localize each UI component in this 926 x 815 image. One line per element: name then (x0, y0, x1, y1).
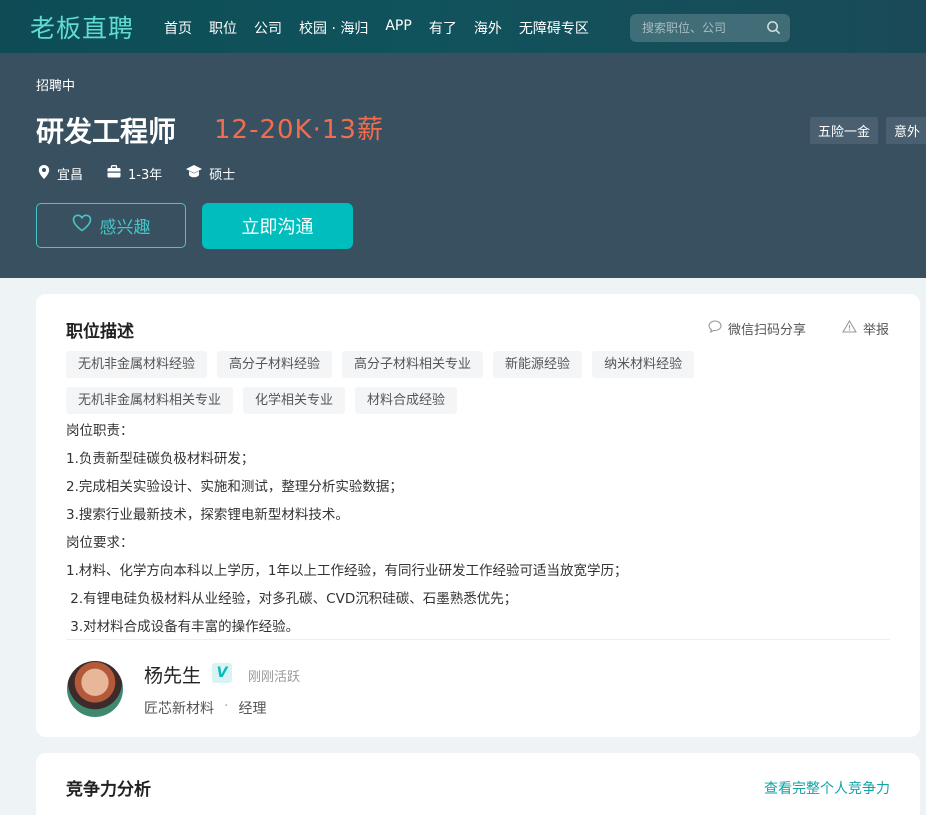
skill-tag: 新能源经验 (493, 351, 583, 378)
location-pin-icon (38, 164, 57, 183)
job-meta: 宜昌 1-3年 硕士 (38, 164, 259, 183)
divider (66, 639, 890, 640)
graduation-cap-icon (186, 165, 209, 182)
skill-tag: 材料合成经验 (355, 387, 458, 414)
report-label: 举报 (863, 323, 890, 338)
benefit-tags: 五险一金 意外 (810, 117, 926, 144)
nav-link-overseas[interactable]: 海外 (474, 18, 502, 38)
chat-bubble-icon (708, 320, 728, 337)
benefit-tag: 五险一金 (810, 117, 879, 144)
search-box (630, 14, 790, 42)
recruiter-company: 匠芯新材料 (144, 701, 214, 717)
nav-link-app[interactable]: APP (385, 18, 411, 38)
competitiveness-title: 竞争力分析 (66, 780, 151, 800)
search-icon[interactable] (766, 20, 781, 39)
job-header: 招聘中 研发工程师 12-20K·13薪 五险一金 意外 宜昌 1-3年 硕士 (0, 53, 926, 278)
heart-icon (72, 214, 100, 237)
interest-button[interactable]: 感兴趣 (36, 203, 186, 248)
share-label: 微信扫码分享 (728, 323, 807, 338)
skill-tag: 无机非金属材料经验 (66, 351, 208, 378)
skill-tag: 高分子材料相关专业 (342, 351, 484, 378)
job-salary: 12-20K·13薪 (214, 115, 384, 145)
benefit-tag: 意外 (886, 117, 926, 144)
job-degree: 硕士 (186, 164, 235, 183)
report-button[interactable]: 举报 (842, 319, 889, 338)
chat-now-button[interactable]: 立即沟通 (202, 203, 353, 249)
interest-label: 感兴趣 (99, 218, 151, 238)
recruiter-activity: 刚刚活跃 (248, 670, 301, 685)
skill-tag: 化学相关专业 (243, 387, 346, 414)
recruiter-avatar[interactable] (67, 661, 123, 717)
view-full-competitiveness-link[interactable]: 查看完整个人竞争力 (764, 778, 890, 798)
job-description-text: 岗位职责： 1.负责新型硅碳负极材料研发； 2.完成相关实验设计、实施和测试，整… (66, 423, 628, 635)
degree-text: 硕士 (209, 168, 236, 183)
job-experience: 1-3年 (107, 164, 162, 183)
top-navigation-bar: 老板直聘 首页 职位 公司 校园 · 海归 APP 有了 海外 无障碍专区 (0, 0, 926, 53)
skill-tag: 高分子材料经验 (217, 351, 333, 378)
nav-link-home[interactable]: 首页 (164, 18, 192, 38)
job-status: 招聘中 (36, 79, 76, 94)
experience-text: 1-3年 (128, 168, 163, 183)
job-description-card: 职位描述 微信扫码分享 举报 无机非金属材料经验 高分子材料经验 高分子材料相关… (36, 294, 920, 737)
nav-links: 首页 职位 公司 校园 · 海归 APP 有了 海外 无障碍专区 (164, 18, 606, 38)
competitiveness-card: 竞争力分析 查看完整个人竞争力 (36, 753, 920, 815)
location-text: 宜昌 (57, 168, 84, 183)
site-logo[interactable]: 老板直聘 (30, 9, 134, 45)
separator-dot: · (224, 698, 229, 714)
section-title: 职位描述 (66, 322, 134, 342)
skill-tags: 无机非金属材料经验 高分子材料经验 高分子材料相关专业 新能源经验 纳米材料经验… (66, 351, 766, 423)
search-input[interactable] (642, 21, 760, 35)
verified-badge-icon: V (212, 663, 232, 683)
briefcase-icon (107, 165, 128, 182)
recruiter-role: 经理 (238, 701, 267, 717)
job-title: 研发工程师 (36, 115, 177, 148)
warning-icon (842, 319, 863, 337)
skill-tag: 无机非金属材料相关专业 (66, 387, 234, 414)
recruiter-company-info: 匠芯新材料 · 经理 (144, 698, 266, 718)
wechat-share-button[interactable]: 微信扫码分享 (708, 319, 806, 338)
nav-link-accessibility[interactable]: 无障碍专区 (519, 18, 589, 38)
recruiter-name: 杨先生 (144, 665, 202, 687)
skill-tag: 纳米材料经验 (592, 351, 695, 378)
nav-link-youle[interactable]: 有了 (429, 18, 457, 38)
nav-link-jobs[interactable]: 职位 (209, 18, 237, 38)
job-location: 宜昌 (38, 164, 83, 183)
nav-link-campus[interactable]: 校园 · 海归 (299, 18, 368, 38)
nav-link-companies[interactable]: 公司 (254, 18, 282, 38)
